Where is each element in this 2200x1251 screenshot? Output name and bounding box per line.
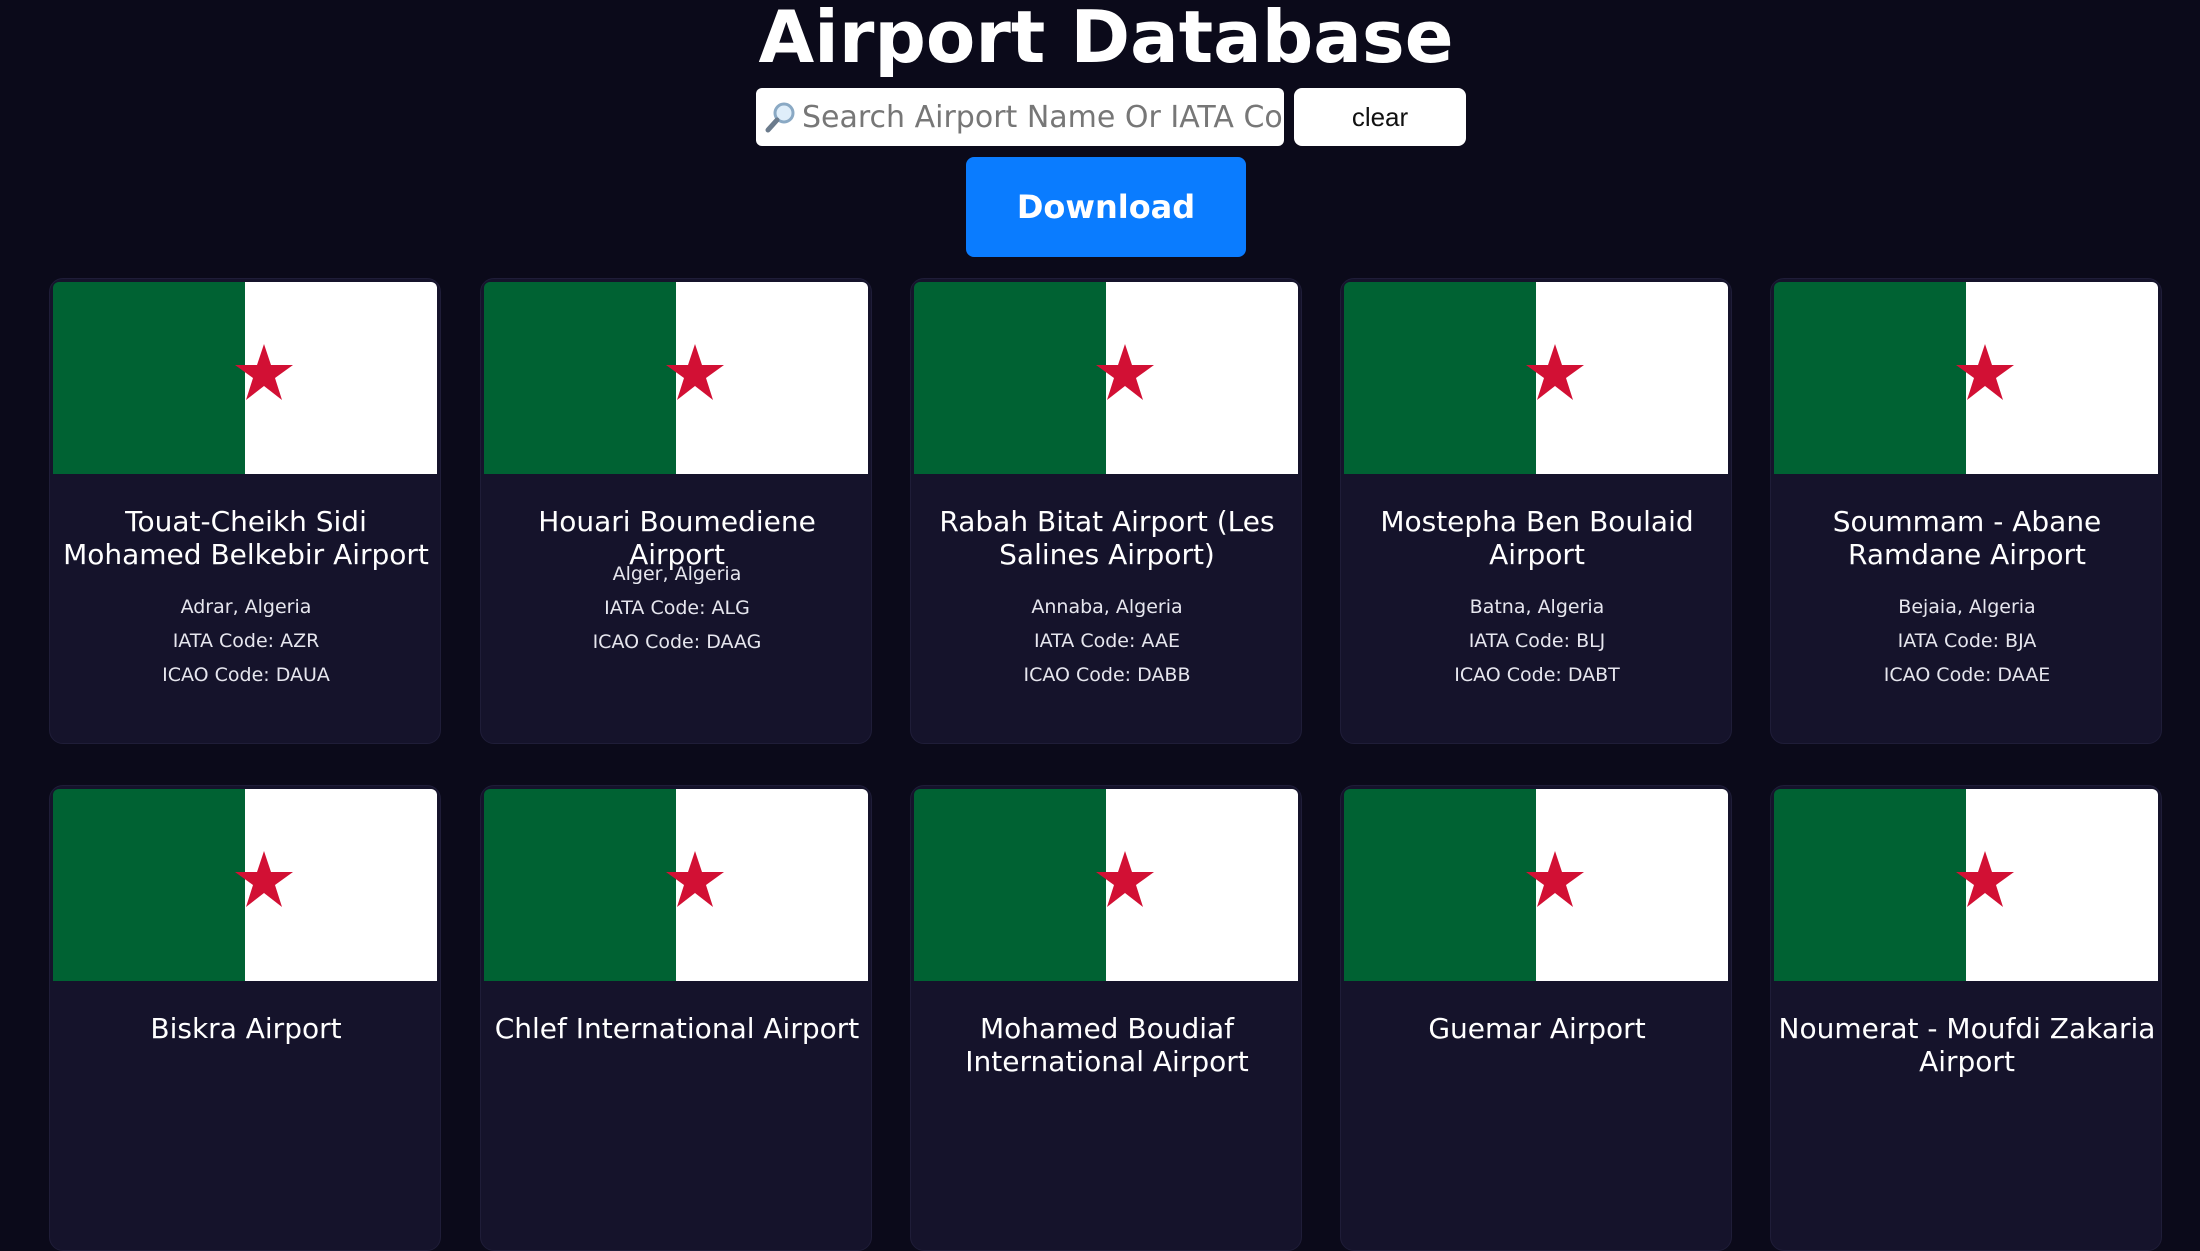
airport-name: Rabah Bitat Airport (Les Salines Airport… bbox=[939, 505, 1275, 571]
algeria-flag-icon bbox=[914, 282, 1298, 474]
airport-card[interactable]: Chlef International Airport bbox=[480, 785, 872, 1251]
airport-name: Biskra Airport bbox=[150, 1012, 342, 1045]
algeria-flag-icon bbox=[1774, 282, 2158, 474]
airport-location: Alger, Algeria bbox=[612, 563, 742, 585]
airport-card[interactable]: Touat-Cheikh Sidi Mohamed Belkebir Airpo… bbox=[49, 278, 441, 744]
airport-name: Guemar Airport bbox=[1428, 1012, 1646, 1045]
clear-button[interactable]: clear bbox=[1294, 88, 1466, 146]
airport-card[interactable]: Biskra Airport bbox=[49, 785, 441, 1251]
search-box[interactable] bbox=[756, 88, 1284, 146]
airport-name: Noumerat - Moufdi Zakaria Airport bbox=[1778, 1012, 2156, 1078]
algeria-flag-icon bbox=[53, 789, 437, 981]
airport-name: Soummam - Abane Ramdane Airport bbox=[1832, 505, 2102, 571]
airport-name: Mohamed Boudiaf International Airport bbox=[965, 1012, 1249, 1078]
airport-card[interactable]: Noumerat - Moufdi Zakaria Airport bbox=[1770, 785, 2162, 1251]
header: Airport Database clear Download bbox=[0, 0, 2200, 270]
airport-icao: ICAO Code: DAAG bbox=[592, 631, 762, 653]
airport-name: Touat-Cheikh Sidi Mohamed Belkebir Airpo… bbox=[63, 505, 429, 571]
airport-iata: IATA Code: AAE bbox=[1034, 630, 1180, 652]
airport-location: Annaba, Algeria bbox=[1031, 596, 1183, 618]
algeria-flag-icon bbox=[1774, 789, 2158, 981]
airport-card[interactable]: Guemar Airport bbox=[1340, 785, 1732, 1251]
algeria-flag-icon bbox=[1344, 282, 1728, 474]
airport-details: Bejaia, Algeria IATA Code: BJA ICAO Code… bbox=[1777, 590, 2157, 692]
airport-details: Annaba, Algeria IATA Code: AAE ICAO Code… bbox=[917, 590, 1297, 692]
algeria-flag-icon bbox=[484, 789, 868, 981]
airport-icao: ICAO Code: DABT bbox=[1454, 664, 1620, 686]
airport-icao: ICAO Code: DAUA bbox=[162, 664, 330, 686]
airport-iata: IATA Code: ALG bbox=[604, 597, 750, 619]
airport-location: Batna, Algeria bbox=[1469, 596, 1605, 618]
algeria-flag-icon bbox=[1344, 789, 1728, 981]
airport-details: Adrar, Algeria IATA Code: AZR ICAO Code:… bbox=[56, 590, 436, 692]
airport-name: Chlef International Airport bbox=[494, 1012, 860, 1045]
airport-card[interactable]: Rabah Bitat Airport (Les Salines Airport… bbox=[910, 278, 1302, 744]
airport-details: Alger, Algeria IATA Code: ALG ICAO Code:… bbox=[487, 557, 867, 659]
airport-iata: IATA Code: BJA bbox=[1897, 630, 2037, 652]
airport-iata: IATA Code: AZR bbox=[172, 630, 320, 652]
airport-card[interactable]: Mohamed Boudiaf International Airport bbox=[910, 785, 1302, 1251]
algeria-flag-icon bbox=[53, 282, 437, 474]
airport-location: Adrar, Algeria bbox=[180, 596, 312, 618]
algeria-flag-icon bbox=[914, 789, 1298, 981]
airport-name: Mostepha Ben Boulaid Airport bbox=[1380, 505, 1694, 571]
download-button[interactable]: Download bbox=[966, 157, 1246, 257]
airport-icao: ICAO Code: DAAE bbox=[1883, 664, 2051, 686]
airport-details: Batna, Algeria IATA Code: BLJ ICAO Code:… bbox=[1347, 590, 1727, 692]
airport-card[interactable]: Houari Boumediene Airport Alger, Algeria… bbox=[480, 278, 872, 744]
airport-iata: IATA Code: BLJ bbox=[1468, 630, 1606, 652]
algeria-flag-icon bbox=[484, 282, 868, 474]
search-input[interactable] bbox=[798, 89, 1282, 145]
airport-location: Bejaia, Algeria bbox=[1898, 596, 2036, 618]
magnifier-icon bbox=[764, 100, 798, 134]
page-title: Airport Database bbox=[758, 0, 1454, 79]
airport-card[interactable]: Mostepha Ben Boulaid Airport Batna, Alge… bbox=[1340, 278, 1732, 744]
airport-icao: ICAO Code: DABB bbox=[1023, 664, 1191, 686]
airport-card[interactable]: Soummam - Abane Ramdane Airport Bejaia, … bbox=[1770, 278, 2162, 744]
